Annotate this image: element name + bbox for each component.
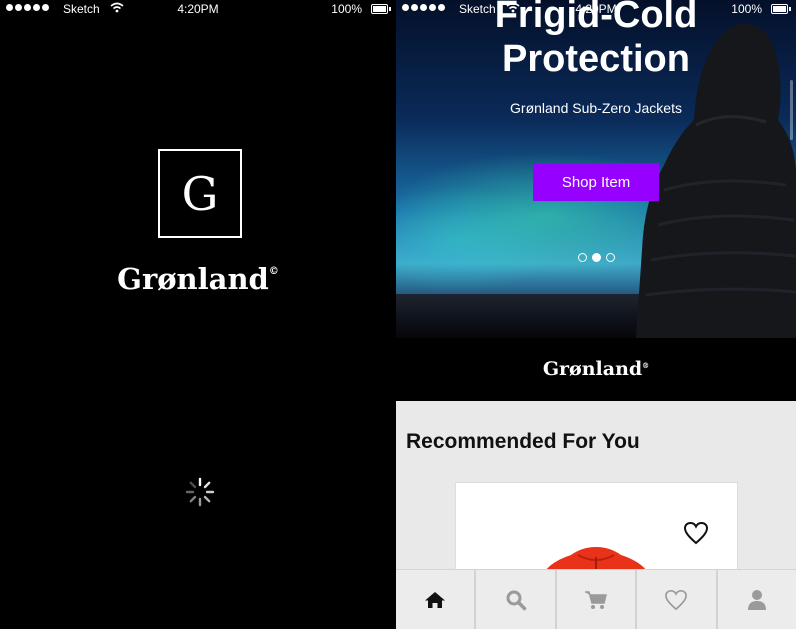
home-icon — [425, 592, 446, 608]
tab-profile[interactable] — [715, 570, 796, 629]
brand-name: Grønland — [542, 358, 643, 380]
battery-percent: 100% — [731, 2, 762, 16]
carousel-pager[interactable] — [578, 253, 615, 262]
brand-wordmark[interactable]: Grønland® — [396, 358, 796, 380]
tab-home[interactable] — [396, 570, 474, 629]
tab-bar — [396, 569, 796, 629]
brand-name: Grønland — [117, 262, 269, 296]
battery-percent: 100% — [331, 2, 362, 16]
brand-mark: © — [268, 266, 279, 277]
home-screen: Frigid-Cold Protection Grønland Sub-Zero… — [396, 0, 796, 629]
brand-bar: Grønland® — [396, 338, 796, 401]
brand-mark: ® — [642, 361, 650, 370]
shop-item-button[interactable]: Shop Item — [533, 163, 659, 201]
status-bar: Sketch 4:20PM 100% — [396, 0, 796, 18]
brand-wordmark: Grønland© — [0, 262, 396, 296]
tab-favorites[interactable] — [635, 570, 715, 629]
pager-dot-active[interactable] — [592, 253, 601, 262]
hero-subtitle: Grønland Sub-Zero Jackets — [510, 100, 682, 116]
heart-icon — [665, 590, 688, 611]
search-icon — [506, 590, 526, 611]
recommended-title: Recommended For You — [406, 430, 640, 453]
tab-cart[interactable] — [554, 570, 635, 629]
hero-title-line-2: Protection — [502, 38, 690, 80]
user-icon — [747, 590, 766, 610]
brand-logo-box: G — [158, 149, 242, 238]
battery-icon — [771, 4, 791, 14]
hero-banner[interactable]: Frigid-Cold Protection Grønland Sub-Zero… — [396, 0, 796, 338]
favorite-heart-icon[interactable] — [683, 521, 709, 550]
pager-dot[interactable] — [606, 253, 615, 262]
tab-search[interactable] — [474, 570, 554, 629]
splash-screen: Sketch 4:20PM 100% G Grønland© — [0, 0, 396, 629]
scrollbar[interactable] — [790, 80, 793, 140]
status-bar: Sketch 4:20PM 100% — [0, 0, 396, 18]
battery-icon — [371, 4, 391, 14]
loading-spinner-icon — [184, 476, 216, 513]
cart-icon — [585, 591, 607, 609]
pager-dot[interactable] — [578, 253, 587, 262]
logo-letter: G — [181, 166, 219, 221]
